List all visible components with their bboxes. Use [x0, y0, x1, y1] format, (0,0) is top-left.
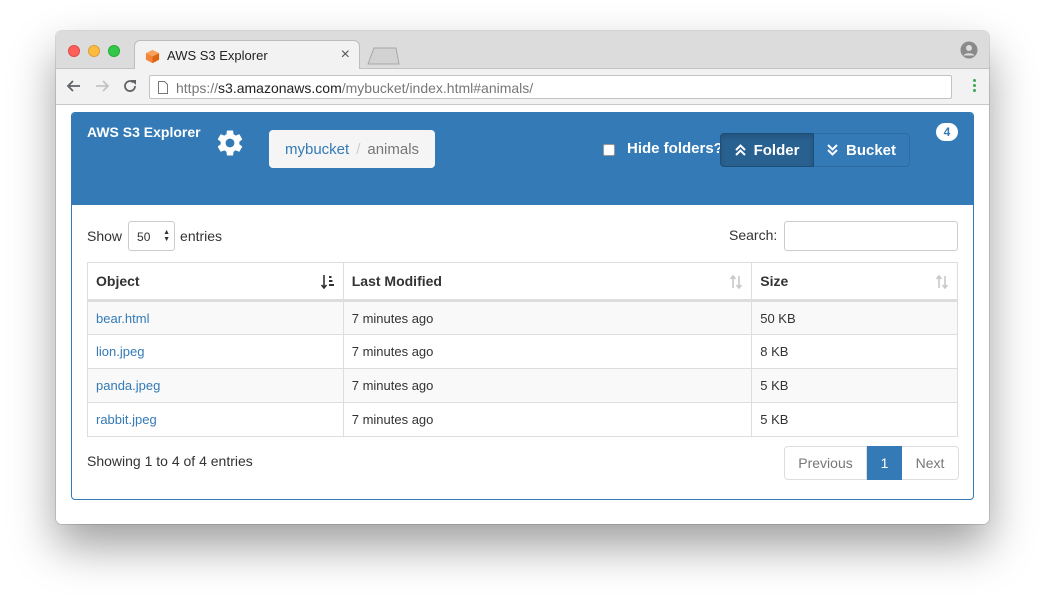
entries-length-control: Show 50 ▲ ▼ entries [87, 221, 222, 251]
object-link[interactable]: rabbit.jpeg [96, 412, 157, 427]
column-header-object[interactable]: Object [87, 262, 344, 302]
menu-icon[interactable] [973, 79, 977, 95]
entries-label: entries [180, 228, 223, 244]
object-cell: bear.html [87, 300, 344, 335]
object-cell: rabbit.jpeg [87, 402, 344, 437]
chevron-double-down-icon [827, 144, 838, 156]
modified-cell: 7 minutes ago [342, 334, 753, 369]
maximize-window-button[interactable] [108, 45, 120, 57]
object-link[interactable]: bear.html [96, 311, 149, 326]
table-info: Showing 1 to 4 of 4 entries [87, 453, 253, 469]
table-row: lion.jpeg 7 minutes ago 8 KB [87, 334, 958, 369]
sort-icon [935, 274, 949, 290]
user-profile-icon[interactable] [960, 41, 978, 59]
bucket-button[interactable]: Bucket [814, 133, 910, 167]
search-input[interactable] [784, 221, 958, 251]
previous-page-button[interactable]: Previous [784, 446, 867, 480]
modified-cell: 7 minutes ago [342, 368, 753, 403]
browser-window: AWS S3 Explorer × https://s3.amazonaws.c… [56, 31, 989, 524]
url-host: s3.amazonaws.com [218, 80, 342, 96]
breadcrumb-bucket-link[interactable]: mybucket [285, 141, 349, 158]
gear-icon[interactable] [215, 128, 245, 158]
hide-folders-label[interactable]: Hide folders? [627, 140, 723, 157]
size-cell: 8 KB [751, 334, 958, 369]
folder-up-button[interactable]: Folder [720, 133, 814, 167]
column-header-label: Object [96, 273, 140, 289]
new-tab-button[interactable] [366, 47, 400, 65]
next-page-button[interactable]: Next [902, 446, 959, 480]
modified-cell: 7 minutes ago [342, 402, 753, 437]
app-title: AWS S3 Explorer [87, 124, 201, 140]
breadcrumb: mybucket / animals [269, 130, 436, 168]
show-label: Show [87, 228, 123, 244]
page-content: AWS S3 Explorer mybucket / animals Hide … [56, 106, 989, 524]
objects-table: Object Last Modified Size bear.html 7 mi… [87, 262, 958, 437]
column-header-label: Last Modified [351, 273, 442, 289]
table-row: rabbit.jpeg 7 minutes ago 5 KB [87, 402, 958, 437]
explorer-panel: AWS S3 Explorer mybucket / animals Hide … [71, 112, 974, 500]
size-cell: 50 KB [751, 300, 958, 335]
breadcrumb-current-folder: animals [367, 140, 420, 158]
modified-cell: 7 minutes ago [342, 300, 753, 335]
browser-tab[interactable]: AWS S3 Explorer × [134, 40, 360, 70]
object-link[interactable]: panda.jpeg [96, 378, 160, 393]
panel-heading: AWS S3 Explorer mybucket / animals Hide … [72, 113, 973, 205]
entries-per-page-select[interactable]: 50 ▲ ▼ [128, 221, 176, 251]
url-path: /mybucket/index.html#animals/ [341, 80, 534, 96]
pagination: Previous 1 Next [784, 446, 959, 480]
column-header-label: Size [760, 273, 789, 289]
page-icon [158, 81, 168, 94]
url-prefix: https:// [176, 80, 219, 96]
close-window-button[interactable] [68, 45, 80, 57]
title-bar: AWS S3 Explorer × [56, 31, 989, 70]
column-header-last-modified[interactable]: Last Modified [342, 262, 753, 302]
hide-folders-checkbox[interactable] [603, 144, 615, 156]
column-header-size[interactable]: Size [751, 262, 958, 302]
tab-title: AWS S3 Explorer [167, 48, 268, 63]
address-bar[interactable]: https://s3.amazonaws.com/mybucket/index.… [149, 75, 952, 99]
browser-toolbar: https://s3.amazonaws.com/mybucket/index.… [56, 69, 989, 105]
size-cell: 5 KB [751, 368, 958, 403]
sort-icon [730, 274, 743, 290]
object-link[interactable]: lion.jpeg [96, 344, 144, 359]
minimize-window-button[interactable] [88, 45, 100, 57]
search-label: Search: [729, 227, 778, 243]
folder-button-label: Folder [753, 141, 800, 159]
bucket-button-label: Bucket [845, 141, 897, 159]
reload-icon[interactable] [121, 77, 139, 95]
url-text: https://s3.amazonaws.com/mybucket/index.… [176, 80, 533, 96]
table-row: panda.jpeg 7 minutes ago 5 KB [87, 368, 958, 403]
object-count-badge: 4 [936, 123, 958, 141]
size-cell: 5 KB [751, 402, 958, 437]
object-cell: lion.jpeg [87, 334, 344, 369]
sort-ascending-icon [320, 275, 334, 290]
navigation-button-group: Folder Bucket [720, 133, 910, 167]
breadcrumb-separator: / [356, 140, 361, 158]
back-arrow-icon[interactable] [65, 77, 83, 95]
entries-per-page-value: 50 [137, 230, 151, 244]
select-arrows-icon: ▲ ▼ [163, 229, 171, 243]
close-icon[interactable]: × [341, 46, 350, 64]
aws-s3-favicon [145, 49, 160, 64]
object-cell: panda.jpeg [87, 368, 344, 403]
table-row: bear.html 7 minutes ago 50 KB [87, 300, 958, 335]
current-page-button[interactable]: 1 [867, 446, 902, 480]
chevron-double-up-icon [734, 144, 746, 156]
forward-arrow-icon[interactable] [93, 77, 111, 95]
table-header-row: Object Last Modified Size [87, 262, 958, 302]
